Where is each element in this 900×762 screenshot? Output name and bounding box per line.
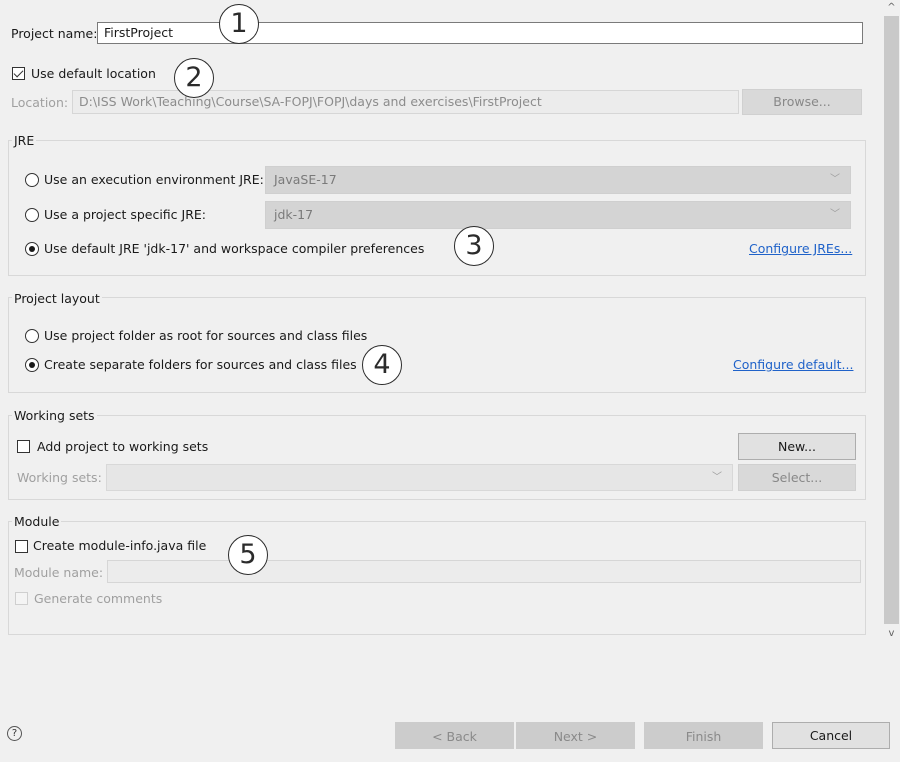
create-module-info-label: Create module-info.java file bbox=[33, 538, 207, 553]
help-icon[interactable]: ? bbox=[7, 726, 22, 741]
layout-separate-radio[interactable] bbox=[25, 358, 39, 372]
use-default-location-checkbox[interactable] bbox=[12, 67, 25, 80]
jre-project-specific-radio[interactable] bbox=[25, 208, 39, 222]
generate-comments-label: Generate comments bbox=[34, 591, 163, 606]
configure-default-link[interactable]: Configure default... bbox=[733, 357, 853, 373]
jre-project-specific-label: Use a project specific JRE: bbox=[44, 207, 206, 222]
scrollbar[interactable]: ^ v bbox=[883, 0, 900, 645]
jre-project-specific-value: jdk-17 bbox=[274, 207, 314, 222]
jre-group-title: JRE bbox=[12, 133, 37, 149]
scroll-up-icon[interactable]: ^ bbox=[883, 2, 900, 13]
project-name-label: Project name: bbox=[11, 26, 98, 41]
add-to-working-sets-checkbox[interactable] bbox=[17, 440, 30, 453]
working-sets-label: Working sets: bbox=[17, 470, 102, 485]
scroll-down-icon[interactable]: v bbox=[883, 628, 900, 639]
generate-comments-checkbox[interactable] bbox=[15, 592, 28, 605]
callout-5: 5 bbox=[228, 535, 268, 575]
use-default-location-label: Use default location bbox=[31, 66, 156, 81]
jre-exec-env-radio[interactable] bbox=[25, 173, 39, 187]
callout-4: 4 bbox=[362, 345, 402, 385]
layout-root-label: Use project folder as root for sources a… bbox=[44, 328, 368, 343]
browse-button[interactable]: Browse... bbox=[742, 89, 862, 115]
scroll-thumb[interactable] bbox=[884, 16, 899, 624]
working-sets-combo[interactable]: ﹀ bbox=[106, 464, 733, 491]
jre-exec-env-combo[interactable]: JavaSE-17 ﹀ bbox=[265, 166, 851, 194]
location-label: Location: bbox=[11, 95, 69, 110]
jre-default-label: Use default JRE 'jdk-17' and workspace c… bbox=[44, 241, 425, 256]
callout-3: 3 bbox=[454, 226, 494, 266]
jre-exec-env-value: JavaSE-17 bbox=[274, 172, 337, 187]
project-layout-group bbox=[8, 297, 866, 393]
project-name-input[interactable]: FirstProject bbox=[97, 22, 863, 44]
layout-root-radio[interactable] bbox=[25, 329, 39, 343]
layout-separate-label: Create separate folders for sources and … bbox=[44, 357, 357, 372]
finish-button[interactable]: Finish bbox=[644, 722, 763, 749]
new-working-set-button[interactable]: New... bbox=[738, 433, 856, 460]
module-name-label: Module name: bbox=[14, 565, 104, 580]
back-button[interactable]: < Back bbox=[395, 722, 514, 749]
jre-project-specific-combo[interactable]: jdk-17 ﹀ bbox=[265, 201, 851, 229]
location-field[interactable]: D:\ISS Work\Teaching\Course\SA-FOPJ\FOPJ… bbox=[72, 90, 739, 114]
next-button[interactable]: Next > bbox=[516, 722, 635, 749]
configure-jres-link[interactable]: Configure JREs... bbox=[749, 241, 852, 257]
chevron-down-icon: ﹀ bbox=[712, 472, 722, 483]
jre-exec-env-label: Use an execution environment JRE: bbox=[44, 172, 264, 187]
project-layout-title: Project layout bbox=[12, 291, 102, 307]
working-sets-title: Working sets bbox=[12, 408, 97, 424]
add-to-working-sets-label: Add project to working sets bbox=[37, 439, 209, 454]
create-module-info-checkbox[interactable] bbox=[15, 540, 28, 553]
jre-default-radio[interactable] bbox=[25, 242, 39, 256]
callout-1: 1 bbox=[219, 4, 259, 44]
callout-2: 2 bbox=[174, 58, 214, 98]
chevron-down-icon: ﹀ bbox=[830, 209, 840, 220]
chevron-down-icon: ﹀ bbox=[830, 174, 840, 185]
cancel-button[interactable]: Cancel bbox=[772, 722, 890, 749]
module-title: Module bbox=[12, 514, 62, 530]
module-name-field[interactable] bbox=[107, 560, 861, 583]
select-working-set-button[interactable]: Select... bbox=[738, 464, 856, 491]
